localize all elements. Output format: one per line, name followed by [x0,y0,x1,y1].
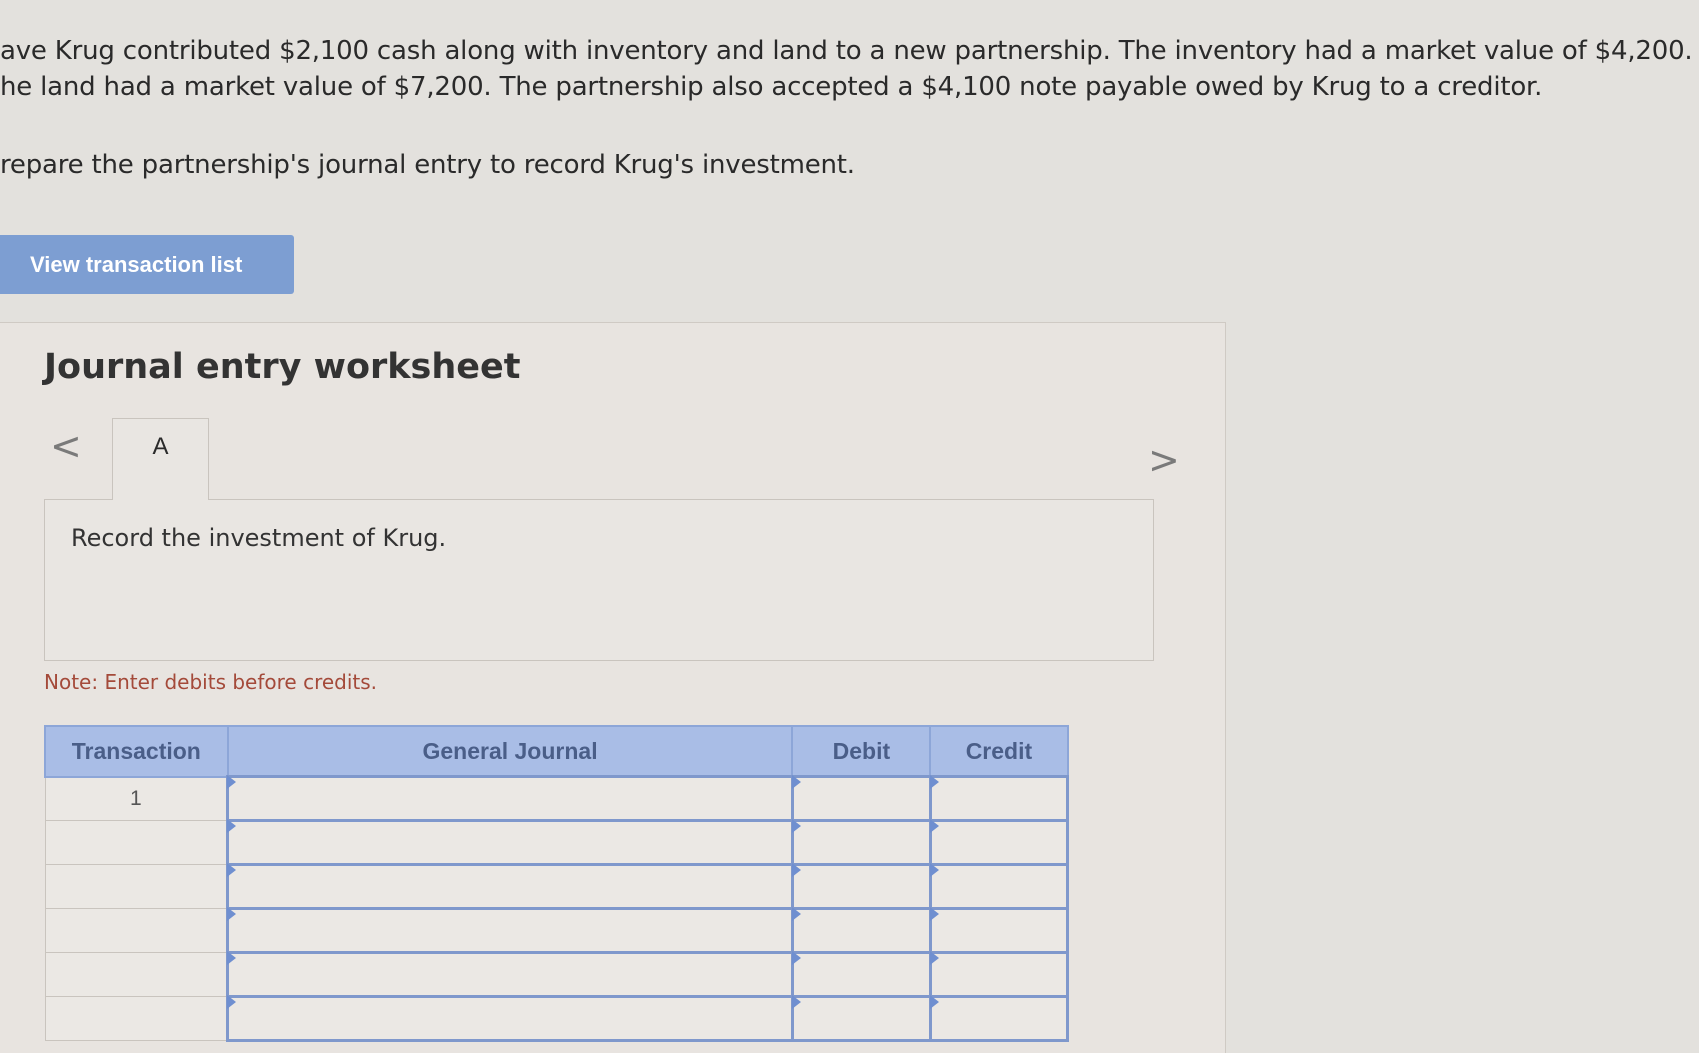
header-debit: Debit [791,725,932,778]
arrow-marker-icon [227,995,237,1009]
arrow-marker-icon [791,995,801,1009]
transaction-cell: 1 [44,776,229,821]
view-transaction-list-button[interactable]: View transaction list [0,235,294,294]
instruction-text: Record the investment of Krug. [71,524,447,552]
arrow-marker-icon [227,775,237,789]
arrow-marker-icon [791,775,801,789]
table-row [44,951,1070,998]
arrow-marker-icon [227,907,237,921]
table-row [44,863,1070,910]
arrow-marker-icon [929,951,939,965]
arrow-marker-icon [791,951,801,965]
arrow-marker-icon [791,863,801,877]
arrow-marker-icon [227,819,237,833]
arrow-marker-icon [227,863,237,877]
transaction-cell [44,820,229,865]
table-row: 1 [44,775,1070,822]
arrow-marker-icon [929,907,939,921]
chevron-left-icon[interactable]: < [50,424,82,468]
credit-input[interactable] [928,907,1070,954]
credit-input[interactable] [928,863,1070,910]
journal-body: 1 [44,775,1070,1042]
table-row [44,907,1070,954]
header-credit: Credit [929,725,1069,778]
debit-input[interactable] [790,951,932,998]
general-journal-input[interactable] [226,775,794,822]
arrow-marker-icon [791,819,801,833]
header-transaction: Transaction [44,725,229,778]
problem-instruction: repare the partnership's journal entry t… [0,150,855,180]
arrow-marker-icon [791,907,801,921]
credit-input[interactable] [928,951,1070,998]
debit-input[interactable] [790,863,932,910]
transaction-cell [44,908,229,953]
debit-input[interactable] [790,995,932,1042]
chevron-right-icon[interactable]: > [1148,438,1180,482]
worksheet-title: Journal entry worksheet [44,347,521,387]
general-journal-input[interactable] [226,907,794,954]
problem-line-1: ave Krug contributed $2,100 cash along w… [0,36,1693,66]
general-journal-input[interactable] [226,819,794,866]
transaction-cell [44,996,229,1041]
debit-input[interactable] [790,775,932,822]
arrow-marker-icon [227,951,237,965]
arrow-marker-icon [929,863,939,877]
header-general-journal: General Journal [226,725,794,778]
credit-input[interactable] [928,775,1070,822]
debit-input[interactable] [790,819,932,866]
credit-input[interactable] [928,995,1070,1042]
table-row [44,819,1070,866]
note-text: Note: Enter debits before credits. [44,670,378,694]
transaction-cell [44,952,229,997]
journal-table: Transaction General Journal Debit Credit… [44,725,1070,1042]
general-journal-input[interactable] [226,951,794,998]
arrow-marker-icon [929,775,939,789]
tab-a[interactable]: A [112,418,209,500]
arrow-marker-icon [929,819,939,833]
table-row [44,995,1070,1042]
problem-line-2: he land had a market value of $7,200. Th… [0,72,1543,102]
general-journal-input[interactable] [226,995,794,1042]
arrow-marker-icon [929,995,939,1009]
credit-input[interactable] [928,819,1070,866]
debit-input[interactable] [790,907,932,954]
general-journal-input[interactable] [226,863,794,910]
transaction-cell [44,864,229,909]
